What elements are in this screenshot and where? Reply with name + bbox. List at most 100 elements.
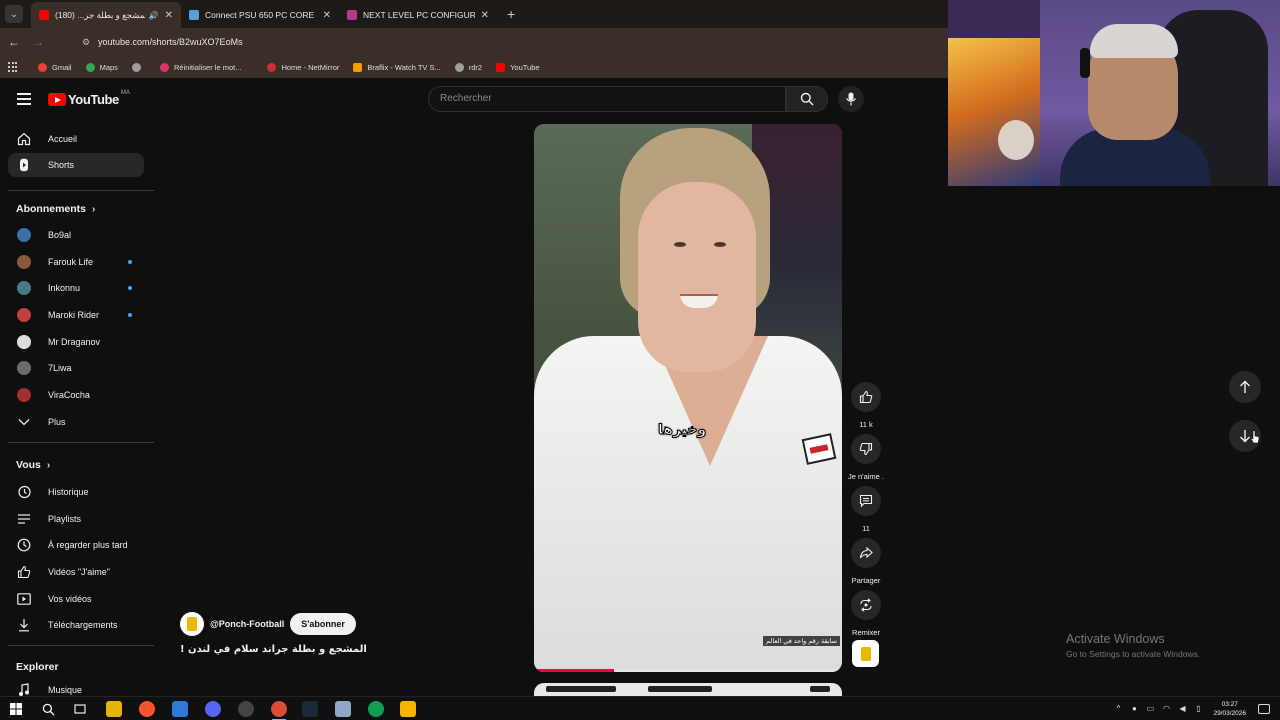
chrome-icon[interactable]: [271, 701, 287, 717]
short-video-player[interactable]: وخيرها سابقة رقم واحد في العالم: [534, 124, 842, 672]
new-tab-button[interactable]: +: [507, 6, 515, 22]
forward-arrow-icon[interactable]: →: [26, 35, 50, 49]
dislike-button[interactable]: [851, 434, 881, 464]
tab-close-icon[interactable]: ✕: [481, 10, 489, 21]
channel-avatar[interactable]: [180, 612, 204, 636]
search-button[interactable]: [786, 86, 828, 112]
notepad-icon[interactable]: [335, 701, 351, 717]
remix-icon: [860, 598, 872, 612]
video-progress-bar[interactable]: [534, 669, 842, 672]
bookmark-globe[interactable]: [131, 62, 146, 72]
chevron-up-icon[interactable]: ^: [1113, 704, 1123, 714]
rockstar-launcher-icon[interactable]: [400, 701, 416, 717]
sidebar-item-your-videos[interactable]: Vos vidéos: [8, 587, 144, 611]
new-content-dot: [128, 313, 132, 317]
share-action[interactable]: Partager: [846, 538, 886, 585]
sidebar-item-shorts[interactable]: Shorts: [8, 153, 144, 177]
video-subject-eye: [674, 242, 686, 247]
tab-close-icon[interactable]: ✕: [323, 10, 331, 21]
globe-icon: [454, 62, 464, 72]
obs-icon[interactable]: [238, 701, 254, 717]
search-icon[interactable]: [40, 701, 56, 717]
wifi-icon[interactable]: ◠: [1161, 704, 1171, 714]
tab-search-button[interactable]: ⌄: [5, 5, 23, 23]
new-content-dot: [128, 286, 132, 290]
history-icon: [16, 484, 32, 500]
remix-button[interactable]: [851, 590, 881, 620]
notification-icon[interactable]: [1258, 704, 1270, 714]
share-button[interactable]: [851, 538, 881, 568]
bookmark-braflix[interactable]: Braflix - Watch TV S...: [353, 62, 441, 72]
dislike-action[interactable]: Je n'aime .: [846, 434, 886, 481]
bookmark-instagram[interactable]: Réinitialiser le mot...: [159, 62, 241, 72]
previous-short-button[interactable]: [1229, 371, 1261, 403]
comments-action[interactable]: 11: [846, 486, 886, 533]
brave-browser-icon[interactable]: [139, 701, 155, 717]
channel-name[interactable]: @Ponch-Football: [210, 619, 284, 629]
comments-button[interactable]: [851, 486, 881, 516]
bookmark-rdr2[interactable]: rdr2: [454, 62, 482, 72]
like-action[interactable]: 11 k: [846, 382, 886, 429]
sidebar-item-downloads[interactable]: Téléchargements: [8, 613, 144, 637]
shorts-icon: [16, 157, 32, 173]
microphone-icon[interactable]: ●: [1129, 704, 1139, 714]
sidebar-item-home[interactable]: Accueil: [8, 127, 144, 151]
network-icon[interactable]: ▭: [1145, 704, 1155, 714]
apps-grid-icon[interactable]: [8, 62, 18, 72]
sidebar-item-more[interactable]: Plus: [8, 410, 144, 434]
subscriptions-heading[interactable]: Abonnements ›: [16, 203, 95, 215]
back-arrow-icon[interactable]: ←: [2, 35, 26, 49]
sidebar-item-watch-later[interactable]: À regarder plus tard: [8, 533, 144, 557]
you-heading[interactable]: Vous ›: [16, 459, 50, 471]
heading-label: Abonnements: [16, 203, 87, 215]
sidebar-item-playlists[interactable]: Playlists: [8, 507, 144, 531]
sidebar-divider: [8, 442, 154, 443]
bookmark-netmirror[interactable]: Home - NetMirror: [267, 62, 339, 72]
browser-tab-nextlevel[interactable]: NEXT LEVEL PC CONFIGURATEUR ✕: [339, 2, 497, 28]
avatar: [17, 308, 31, 322]
avatar: [17, 255, 31, 269]
sidebar-item-liked-videos[interactable]: Vidéos "J'aime": [8, 560, 144, 584]
windows-start-icon[interactable]: [8, 701, 24, 717]
globe-icon: [131, 62, 141, 72]
sidebar-item-label: Playlists: [48, 514, 82, 524]
discord-icon[interactable]: [205, 701, 221, 717]
sidebar-item-bo9al[interactable]: Bo9al: [8, 223, 144, 247]
like-button[interactable]: [851, 382, 881, 412]
remix-action[interactable]: Remixer: [846, 590, 886, 637]
site-info-icon[interactable]: ⚙: [80, 36, 92, 48]
speaker-icon[interactable]: 🔊: [149, 11, 159, 20]
browser-tab-active[interactable]: المشجع و بطلة جر... (180) 🔊 ✕: [31, 2, 181, 28]
url-field[interactable]: ⚙ youtube.com/shorts/B2wuXO7EoMs: [80, 31, 243, 53]
bookmark-maps[interactable]: Maps: [85, 62, 118, 72]
steam-icon[interactable]: [302, 701, 318, 717]
webcam-overlay: [948, 0, 1280, 186]
file-explorer-icon[interactable]: [106, 701, 122, 717]
youtube-logo[interactable]: YouTube MA: [48, 90, 130, 107]
sound-channel-avatar[interactable]: [852, 640, 879, 667]
volume-icon[interactable]: ◀: [1177, 704, 1187, 714]
sidebar-item-7liwa[interactable]: 7Liwa: [8, 356, 144, 380]
bookmark-label: YouTube: [510, 62, 540, 72]
bookmark-gmail[interactable]: Gmail: [38, 62, 72, 72]
sidebar-item-history[interactable]: Historique: [8, 480, 144, 504]
menu-icon[interactable]: [17, 93, 31, 105]
sidebar-item-mr-draganov[interactable]: Mr Draganov: [8, 330, 144, 354]
subscribe-button[interactable]: S'abonner: [290, 613, 356, 635]
video-caption-overlay: وخيرها: [657, 422, 707, 439]
bookmark-youtube[interactable]: YouTube: [496, 62, 540, 72]
chrome-profile-icon[interactable]: [368, 701, 384, 717]
sidebar-item-farouk-life[interactable]: Farouk Life: [8, 250, 144, 274]
task-view-icon[interactable]: [72, 701, 88, 717]
clock[interactable]: 03:27 29/03/2026: [1213, 700, 1246, 718]
battery-icon[interactable]: ▯: [1193, 704, 1203, 714]
calculator-icon[interactable]: [172, 701, 188, 717]
search-input[interactable]: Rechercher: [428, 86, 786, 112]
tab-close-icon[interactable]: ✕: [165, 10, 173, 21]
sidebar-item-maroki-rider[interactable]: Maroki Rider: [8, 303, 144, 327]
sidebar-item-viracocha[interactable]: ViraCocha: [8, 383, 144, 407]
sidebar-item-inkonnu[interactable]: Inkonnu: [8, 276, 144, 300]
voice-search-button[interactable]: [838, 86, 864, 112]
new-content-dot: [128, 260, 132, 264]
browser-tab-psu[interactable]: Connect PSU 650 PC CORE 80 ! ✕: [181, 2, 339, 28]
